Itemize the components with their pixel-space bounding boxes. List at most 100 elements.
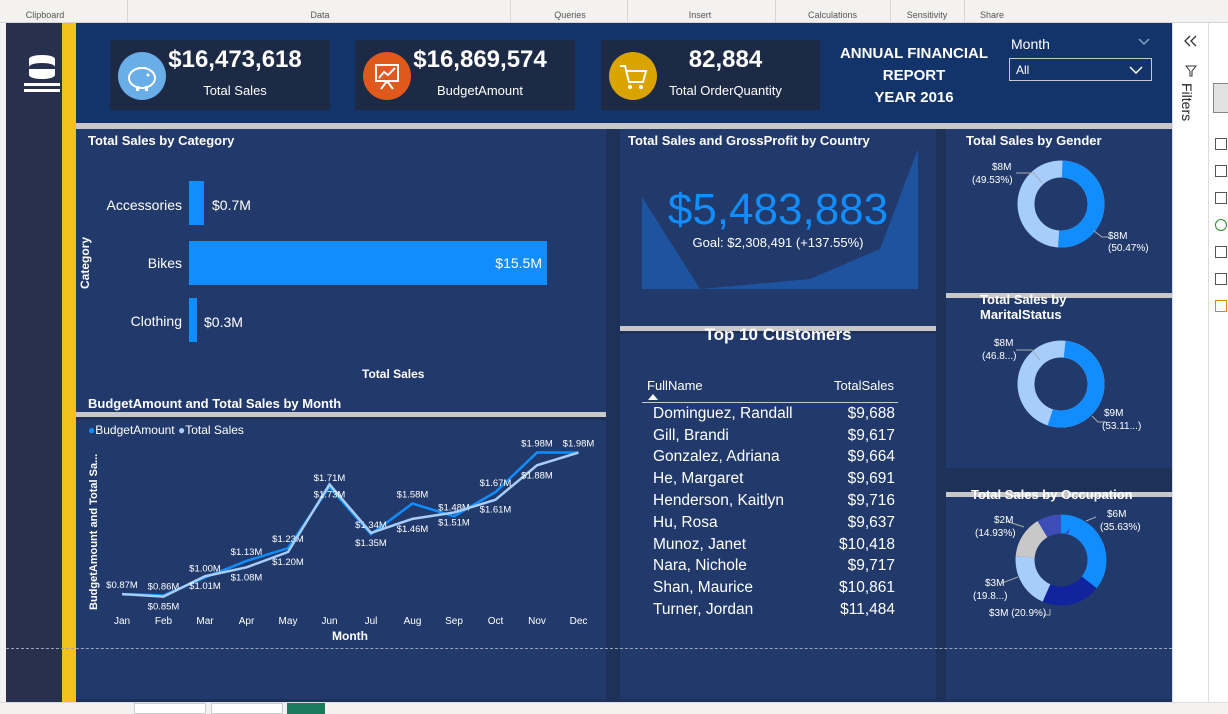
x-tick-label: Apr — [239, 616, 255, 627]
x-tick-label: Sep — [445, 616, 463, 627]
page-tab[interactable] — [211, 703, 283, 714]
data-label: $1.71M — [314, 473, 346, 484]
donut-label: $2M — [994, 515, 1014, 526]
page-tab-active[interactable] — [287, 703, 325, 714]
month-panel[interactable]: ●BudgetAmount ●Total Sales BudgetAmount … — [76, 420, 606, 699]
series-line-total-sales — [121, 451, 579, 598]
page-tab[interactable] — [134, 703, 206, 714]
x-tick-label: Dec — [570, 616, 588, 627]
report-header: $16,473,618 Total Sales $16,869,574 Budg… — [76, 23, 1172, 123]
data-label: $0.87M — [106, 580, 138, 591]
marital-panel[interactable]: Total Sales by MaritalStatus $8M (46.8..… — [946, 292, 1172, 468]
data-label: $1.73M — [314, 489, 346, 500]
table-row[interactable]: Dominguez, Randall $9,688 — [647, 403, 901, 425]
donut-label: (50.47%) — [1108, 243, 1149, 254]
category-panel[interactable]: Total Sales by Category Category Accesso… — [76, 129, 606, 412]
donut-label: (49.53%) — [972, 175, 1013, 186]
data-label: $1.67M — [480, 478, 512, 489]
month-line-chart: $0.87M $0.86M$1.00M$1.13M$1.23M$1.71M$1.3… — [106, 439, 594, 627]
table-row[interactable]: Gonzalez, Adriana $9,664 — [647, 447, 901, 469]
customer-name: Shan, Maurice — [653, 579, 753, 597]
kpi-label: BudgetAmount — [436, 83, 523, 98]
category-tick: Clothing — [130, 313, 182, 329]
data-label: $1.46M — [397, 524, 429, 535]
customer-name: He, Margaret — [653, 470, 744, 488]
data-label: $0.7M — [212, 197, 251, 213]
kpi-value: $16,473,618 — [168, 46, 302, 73]
data-label: $15.5M — [495, 255, 542, 271]
donut-label: (46.8...) — [982, 351, 1017, 362]
matrix-visual-icon[interactable] — [1215, 273, 1227, 285]
x-tick-label: May — [279, 616, 298, 627]
accent-bar — [62, 23, 76, 702]
customer-name: Dominguez, Randall — [653, 404, 793, 422]
table-row[interactable]: Munoz, Janet $10,418 — [647, 534, 901, 556]
kpi-budget[interactable]: $16,869,574 BudgetAmount — [355, 40, 575, 110]
filter-icon[interactable] — [1185, 65, 1197, 77]
page-tabs-bar — [0, 702, 1228, 714]
ribbon-group-clipboard: Clipboard — [25, 10, 65, 20]
data-label: $0.85M — [148, 602, 180, 613]
table-row[interactable]: Hu, Rosa $9,637 — [647, 512, 901, 534]
occupation-panel[interactable]: Total Sales by Occupation $6M (35.63%) $… — [946, 487, 1172, 699]
donut-label: (19.8...) — [973, 591, 1008, 602]
filters-tab[interactable]: Filters — [1179, 83, 1195, 121]
axis-label-total-sales: Total Sales — [362, 367, 425, 381]
table-visual-icon[interactable] — [1215, 138, 1227, 150]
ribbon-group-calculations: Calculations — [807, 10, 858, 20]
x-tick-label: Aug — [404, 616, 422, 627]
slicer-value: All — [1016, 63, 1030, 77]
x-tick-label: Jan — [114, 616, 130, 627]
customer-name: Nara, Nichole — [653, 557, 747, 575]
globe-visual-icon[interactable] — [1215, 219, 1227, 231]
customer-sales: $9,691 — [847, 470, 895, 488]
donut-label: $3M (20.9%) — [989, 608, 1047, 619]
bar-visual-icon[interactable] — [1215, 192, 1227, 204]
month-slicer-dropdown[interactable]: All — [1009, 58, 1152, 81]
data-label: $1.98M — [521, 439, 553, 450]
page-break-line — [6, 648, 1172, 649]
data-label: $1.58M — [397, 490, 429, 501]
col-header-fullname[interactable]: FullName — [647, 378, 703, 393]
kpi-total-sales[interactable]: $16,473,618 Total Sales — [110, 40, 330, 110]
chevron-down-icon[interactable] — [1138, 38, 1150, 46]
table-row[interactable]: He, Margaret $9,691 — [647, 468, 901, 490]
customer-sales: $9,637 — [847, 513, 895, 531]
slicer-visual-icon[interactable] — [1215, 300, 1227, 312]
report-title: ANNUAL FINANCIAL REPORT YEAR 2016 — [839, 45, 989, 106]
table-row[interactable]: Turner, Jordan $11,484 — [647, 599, 901, 621]
sort-ascending-icon — [648, 394, 658, 400]
data-label: $1.35M — [355, 538, 387, 549]
x-tick-label: Nov — [528, 616, 546, 627]
customer-sales: $9,617 — [847, 426, 895, 444]
customer-name: Gill, Brandi — [653, 426, 729, 444]
card-visual-icon[interactable] — [1215, 246, 1227, 258]
donut-label: (35.63%) — [1100, 522, 1141, 533]
slicer-title: Month — [1011, 36, 1050, 52]
database-icon[interactable] — [22, 53, 62, 93]
country-panel[interactable]: Total Sales and GrossProfit by Country $… — [620, 129, 936, 326]
donut-label: (53.11...) — [1102, 421, 1142, 432]
data-label: $1.13M — [231, 547, 263, 558]
table-row[interactable]: Nara, Nichole $9,717 — [647, 556, 901, 578]
line-visual-icon[interactable] — [1215, 165, 1227, 177]
collapse-icon[interactable] — [1183, 35, 1197, 47]
table-row[interactable]: Shan, Maurice $10,861 — [647, 577, 901, 599]
table-row[interactable]: Henderson, Kaitlyn $9,716 — [647, 490, 901, 512]
table-row[interactable]: Gill, Brandi $9,617 — [647, 425, 901, 447]
customers-table: Dominguez, Randall $9,688 Gill, Brandi $9,… — [647, 403, 901, 621]
data-label: $1.20M — [272, 557, 304, 568]
donut-label: $8M — [994, 338, 1014, 349]
data-label: $1.01M — [189, 581, 221, 592]
customer-name: Turner, Jordan — [653, 601, 754, 619]
chevron-down-icon — [1129, 66, 1143, 74]
gender-panel[interactable]: Total Sales by Gender $8M (49.53%) $8M (… — [946, 129, 1172, 293]
x-tick-label: Oct — [488, 616, 504, 627]
axis-label-month: Month — [332, 629, 368, 643]
ribbon-group-queries: Queries — [554, 10, 586, 20]
col-header-totalsales[interactable]: TotalSales — [820, 378, 894, 393]
x-tick-label: Jul — [365, 616, 378, 627]
ribbon-group-insert: Insert — [688, 10, 712, 20]
visual-build-icon[interactable] — [1213, 83, 1228, 113]
kpi-order-quantity[interactable]: 82,884 Total OrderQuantity — [601, 40, 820, 110]
